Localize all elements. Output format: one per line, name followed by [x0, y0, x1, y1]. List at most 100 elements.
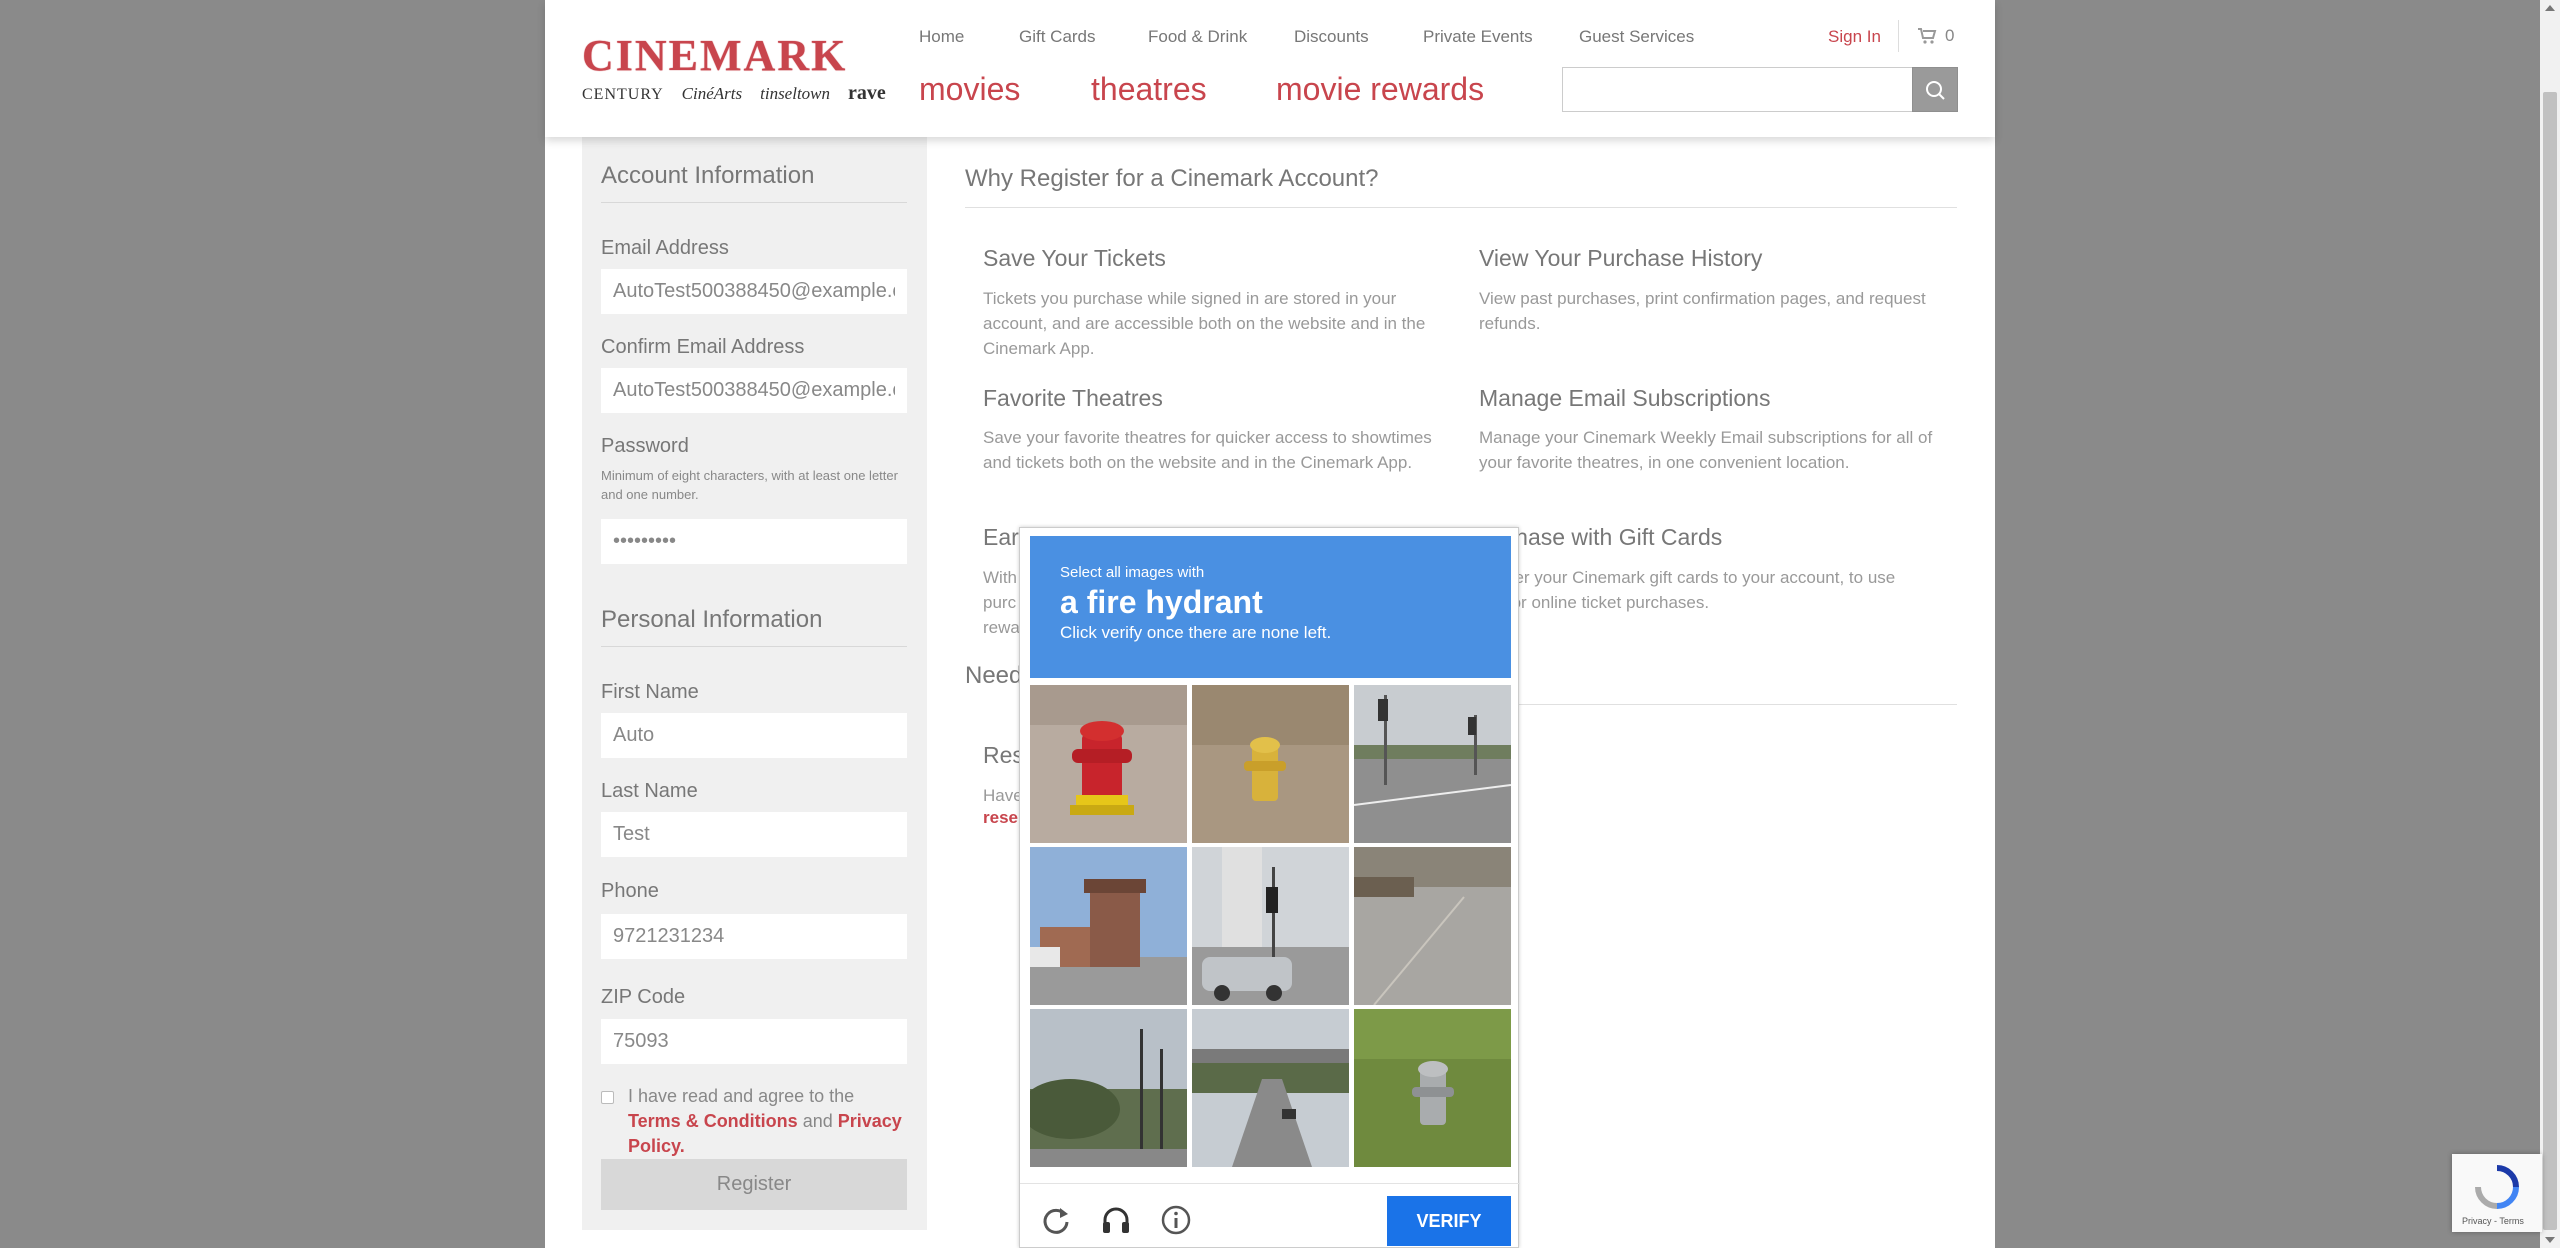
tile-image-yellow-hydrant — [1192, 685, 1349, 843]
nav-gift-cards[interactable]: Gift Cards — [1019, 27, 1096, 47]
nav-discounts[interactable]: Discounts — [1294, 27, 1369, 47]
sign-in-link[interactable]: Sign In — [1828, 27, 1881, 47]
tile-image-street-car — [1192, 847, 1349, 1005]
captcha-header: Select all images with a fire hydrant Cl… — [1030, 536, 1511, 678]
captcha-subinstruction: Click verify once there are none left. — [1060, 623, 1332, 642]
reset-title-partial: Res — [983, 742, 1024, 768]
feature-text-email-subscriptions: Manage your Cinemark Weekly Email subscr… — [1479, 428, 1933, 472]
recaptcha-logo-icon — [2475, 1165, 2519, 1209]
captcha-tile[interactable] — [1192, 685, 1349, 843]
feature-title-favorite-theatres: Favorite Theatres — [983, 385, 1163, 411]
page-scrollbar[interactable] — [2540, 0, 2560, 1248]
terms-prefix: I have read and agree to the — [628, 1086, 855, 1106]
nav-movie-rewards[interactable]: movie rewards — [1276, 71, 1484, 108]
captcha-tile[interactable] — [1030, 1009, 1187, 1167]
need-help-title-partial: Need — [965, 662, 1023, 689]
audio-headphones-icon[interactable] — [1100, 1204, 1132, 1236]
first-name-field[interactable] — [601, 713, 907, 758]
scrollbar-thumb[interactable] — [2543, 92, 2557, 1230]
feature-text-purchase-history: View past purchases, print confirmation … — [1479, 289, 1926, 333]
terms-agreement: I have read and agree to the Terms & Con… — [601, 1084, 911, 1159]
logo-wordmark: CINEMARK — [582, 31, 848, 80]
tile-image-red-hydrant — [1030, 685, 1187, 843]
subbrand-tinseltown: tinseltown — [760, 84, 831, 103]
feature-title-save-tickets: Save Your Tickets — [983, 245, 1166, 271]
tile-image-building — [1030, 847, 1187, 1005]
tile-image-trees-poles — [1030, 1009, 1187, 1167]
captcha-footer: VERIFY — [1020, 1183, 1520, 1248]
feature-title-gift-cards-partial: rchase with Gift Cards — [1496, 524, 1723, 550]
nav-guest-services[interactable]: Guest Services — [1579, 27, 1694, 47]
nav-movies[interactable]: movies — [919, 71, 1020, 108]
scroll-down-arrow-icon[interactable] — [2540, 1231, 2560, 1248]
last-name-field[interactable] — [601, 812, 907, 857]
register-button[interactable]: Register — [601, 1159, 907, 1210]
section-divider — [965, 207, 1957, 208]
nav-home[interactable]: Home — [919, 27, 964, 47]
password-hint: Minimum of eight characters, with at lea… — [601, 468, 898, 502]
captcha-tile[interactable] — [1354, 847, 1511, 1005]
email-field[interactable] — [601, 269, 907, 314]
reset-link-partial[interactable]: rese — [983, 808, 1018, 828]
captcha-tile[interactable] — [1354, 1009, 1511, 1167]
account-info-title: Account Information — [601, 162, 815, 189]
site-header: CINEMARK CENTURY CinéArts tinseltown rav… — [545, 0, 1995, 137]
phone-field[interactable] — [601, 914, 907, 959]
phone-label: Phone — [601, 880, 659, 902]
zip-field[interactable] — [601, 1019, 907, 1064]
captcha-tile[interactable] — [1192, 1009, 1349, 1167]
feature-text-gift-cards-2: m for online ticket purchases. — [1488, 593, 1710, 612]
captcha-instruction: Select all images with — [1060, 564, 1205, 581]
scroll-up-arrow-icon[interactable] — [2540, 0, 2560, 17]
cinemark-logo[interactable]: CINEMARK CENTURY CinéArts tinseltown rav… — [582, 31, 886, 105]
header-divider — [1898, 20, 1899, 52]
nav-theatres[interactable]: theatres — [1091, 71, 1207, 108]
captcha-tile[interactable] — [1030, 847, 1187, 1005]
recaptcha-privacy-terms[interactable]: Privacy - Terms — [2462, 1216, 2524, 1226]
confirm-email-field[interactable] — [601, 368, 907, 413]
section-divider — [1519, 704, 1957, 705]
first-name-label: First Name — [601, 681, 699, 703]
search-button[interactable] — [1912, 67, 1958, 112]
registration-form: Account Information Email Address Confir… — [582, 137, 927, 1230]
captcha-tile[interactable] — [1192, 847, 1349, 1005]
why-register-title: Why Register for a Cinemark Account? — [965, 165, 1379, 192]
tile-image-intersection — [1354, 685, 1511, 843]
verify-button[interactable]: VERIFY — [1387, 1196, 1511, 1246]
nav-private-events[interactable]: Private Events — [1423, 27, 1533, 47]
subbrand-rave: rave — [848, 82, 886, 104]
tile-image-grey-hydrant — [1354, 1009, 1511, 1167]
password-label: Password — [601, 435, 689, 457]
subbrand-cinearts: CinéArts — [681, 84, 743, 103]
cart-button[interactable]: 0 — [1917, 26, 1954, 46]
info-icon[interactable] — [1160, 1204, 1192, 1236]
terms-and: and — [797, 1111, 838, 1131]
tile-image-overpass — [1192, 1009, 1349, 1167]
section-divider — [601, 202, 907, 203]
captcha-tile[interactable] — [1354, 685, 1511, 843]
feature-text-partial-1: With — [983, 568, 1017, 587]
cart-icon — [1918, 28, 1937, 44]
terms-link[interactable]: Terms & Conditions — [628, 1111, 798, 1131]
feature-title-purchase-history: View Your Purchase History — [1479, 245, 1763, 271]
last-name-label: Last Name — [601, 780, 698, 802]
tile-image-road — [1354, 847, 1511, 1005]
captcha-tile[interactable] — [1030, 685, 1187, 843]
cart-count: 0 — [1945, 26, 1955, 45]
recaptcha-badge[interactable]: Privacy - Terms — [2452, 1154, 2542, 1232]
section-divider — [601, 646, 907, 647]
nav-food-drink[interactable]: Food & Drink — [1148, 27, 1247, 47]
search-input[interactable] — [1562, 67, 1958, 112]
feature-text-favorite-theatres: Save your favorite theatres for quicker … — [983, 428, 1432, 472]
reset-text-partial: Have — [983, 786, 1023, 805]
password-field[interactable] — [601, 519, 907, 564]
reload-icon[interactable] — [1040, 1204, 1072, 1236]
captcha-target: a fire hydrant — [1060, 584, 1263, 620]
feature-text-gift-cards-1: gister your Cinemark gift cards to your … — [1488, 568, 1896, 587]
confirm-email-label: Confirm Email Address — [601, 336, 805, 358]
logo-subbrands: CENTURY CinéArts tinseltown rave — [582, 82, 886, 105]
terms-checkbox[interactable] — [601, 1091, 614, 1104]
search-icon — [1926, 80, 1945, 100]
email-label: Email Address — [601, 237, 729, 259]
feature-text-partial-2: purc — [983, 593, 1017, 612]
